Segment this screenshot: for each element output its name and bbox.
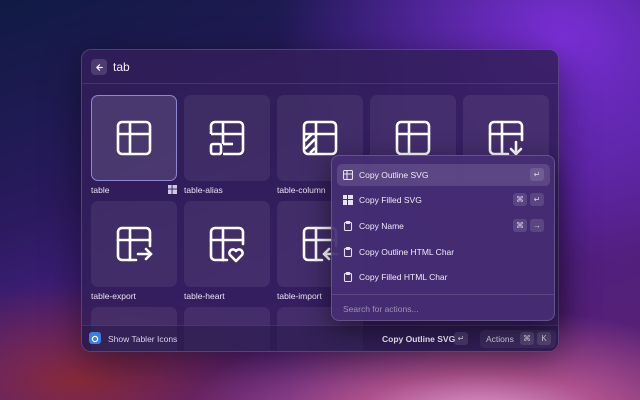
grid-item-table-heart[interactable] (184, 201, 270, 287)
table-column-icon (302, 120, 338, 156)
action-panel: Copy Outline SVG ↵ Copy Filled SVG ⌘ ↵ C… (331, 155, 555, 321)
actions-label: Actions (486, 334, 514, 344)
menu-item-copy-outline-html-char[interactable]: Copy Outline HTML Char (337, 241, 550, 263)
divider (332, 294, 554, 295)
menu-item-label: Copy Name (359, 221, 404, 231)
primary-action-button[interactable]: Copy Outline SVG (382, 334, 455, 344)
extension-name: Show Tabler Icons (108, 334, 178, 344)
menu-item-copy-name[interactable]: Copy Name ⌘ → (337, 215, 550, 237)
grid-item-table-export[interactable] (91, 201, 177, 287)
cmd-key-hint: ⌘ (513, 193, 527, 206)
clipboard-icon (343, 272, 353, 282)
menu-item-copy-filled-svg[interactable]: Copy Filled SVG ⌘ ↵ (337, 189, 550, 211)
grid-item-label: table-export (91, 291, 136, 301)
table-export-icon (116, 226, 153, 262)
menu-item-label: Copy Filled HTML Char (359, 272, 448, 282)
arrow-right-key-hint: → (530, 219, 544, 232)
table-filled-icon (168, 185, 177, 194)
table-down-icon (488, 120, 524, 156)
clipboard-icon (343, 247, 353, 257)
enter-key-hint: ↵ (530, 168, 544, 181)
menu-item-label: Copy Outline HTML Char (359, 247, 455, 257)
menu-item-copy-filled-html-char[interactable]: Copy Filled HTML Char (337, 266, 550, 288)
enter-key-hint: ↵ (454, 332, 468, 345)
table-heart-icon (209, 226, 245, 263)
grid-item-table-alias[interactable] (184, 95, 270, 181)
actions-button[interactable]: Actions ⌘ K (480, 330, 556, 348)
app-logo-icon (89, 332, 101, 344)
table-icon (343, 170, 353, 180)
action-bar: Show Tabler Icons Copy Outline SVG ↵ Act… (82, 325, 558, 351)
search-query[interactable]: tab (113, 60, 130, 74)
grid-item-label: table-heart (184, 291, 225, 301)
arrow-left-icon (95, 63, 103, 71)
grid-item-table[interactable] (91, 95, 177, 181)
back-button[interactable] (91, 59, 107, 75)
search-bar: tab (82, 50, 558, 84)
cmd-key-hint: ⌘ (520, 332, 534, 345)
menu-item-copy-outline-svg[interactable]: Copy Outline SVG ↵ (337, 164, 550, 186)
grid-item-label: table-column (277, 185, 326, 195)
table-icon (116, 120, 152, 156)
action-search-input[interactable]: Search for actions... (343, 304, 419, 314)
cmd-key-hint: ⌘ (513, 219, 527, 232)
enter-key-hint: ↵ (530, 193, 544, 206)
grid-item-label: table (91, 185, 110, 195)
menu-item-label: Copy Outline SVG (359, 170, 429, 180)
grid-item-label: table-import (277, 291, 322, 301)
k-key-hint: K (537, 332, 551, 345)
grid-item-label: table-alias (184, 185, 223, 195)
table-filled-icon (343, 195, 353, 205)
table-icon (395, 120, 431, 156)
clipboard-icon (343, 221, 353, 231)
table-alias-icon (209, 120, 245, 156)
menu-item-label: Copy Filled SVG (359, 195, 422, 205)
